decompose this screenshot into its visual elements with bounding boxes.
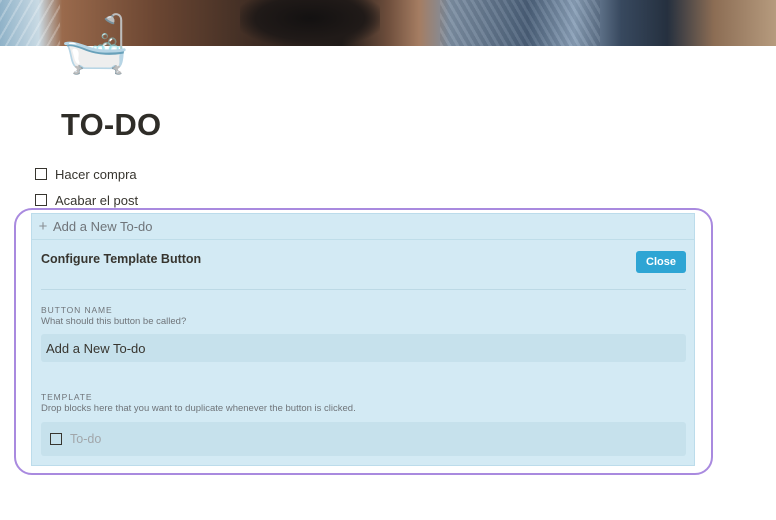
template-button-panel: + Add a New To-do Configure Template But… xyxy=(31,213,695,466)
close-button[interactable]: Close xyxy=(636,251,686,273)
template-todo-checkbox[interactable] xyxy=(50,433,62,445)
todo-item[interactable]: Acabar el post xyxy=(35,191,138,209)
todo-checkbox[interactable] xyxy=(35,194,47,206)
divider xyxy=(41,289,686,290)
template-drop-area[interactable]: To-do xyxy=(41,422,686,456)
template-help-text: Drop blocks here that you want to duplic… xyxy=(41,403,356,414)
add-new-todo-label: Add a New To-do xyxy=(53,219,153,234)
todo-item[interactable]: Hacer compra xyxy=(35,165,137,183)
template-section-label: TEMPLATE xyxy=(41,392,93,402)
button-name-section-label: BUTTON NAME xyxy=(41,305,113,315)
add-new-todo-button[interactable]: + Add a New To-do xyxy=(32,214,694,240)
button-name-input[interactable] xyxy=(41,334,686,362)
todo-checkbox[interactable] xyxy=(35,168,47,180)
button-name-help-text: What should this button be called? xyxy=(41,316,187,327)
cover-shadow xyxy=(240,0,380,46)
template-todo-placeholder[interactable]: To-do xyxy=(70,432,101,446)
cover-texture xyxy=(0,0,60,46)
configure-title: Configure Template Button xyxy=(41,252,202,266)
plus-icon: + xyxy=(38,218,48,235)
bathtub-icon[interactable]: 🛁 xyxy=(60,12,130,76)
page-title[interactable]: TO-DO xyxy=(61,107,161,143)
todo-label[interactable]: Hacer compra xyxy=(55,167,137,182)
todo-label[interactable]: Acabar el post xyxy=(55,193,138,208)
cover-denim xyxy=(440,0,600,46)
